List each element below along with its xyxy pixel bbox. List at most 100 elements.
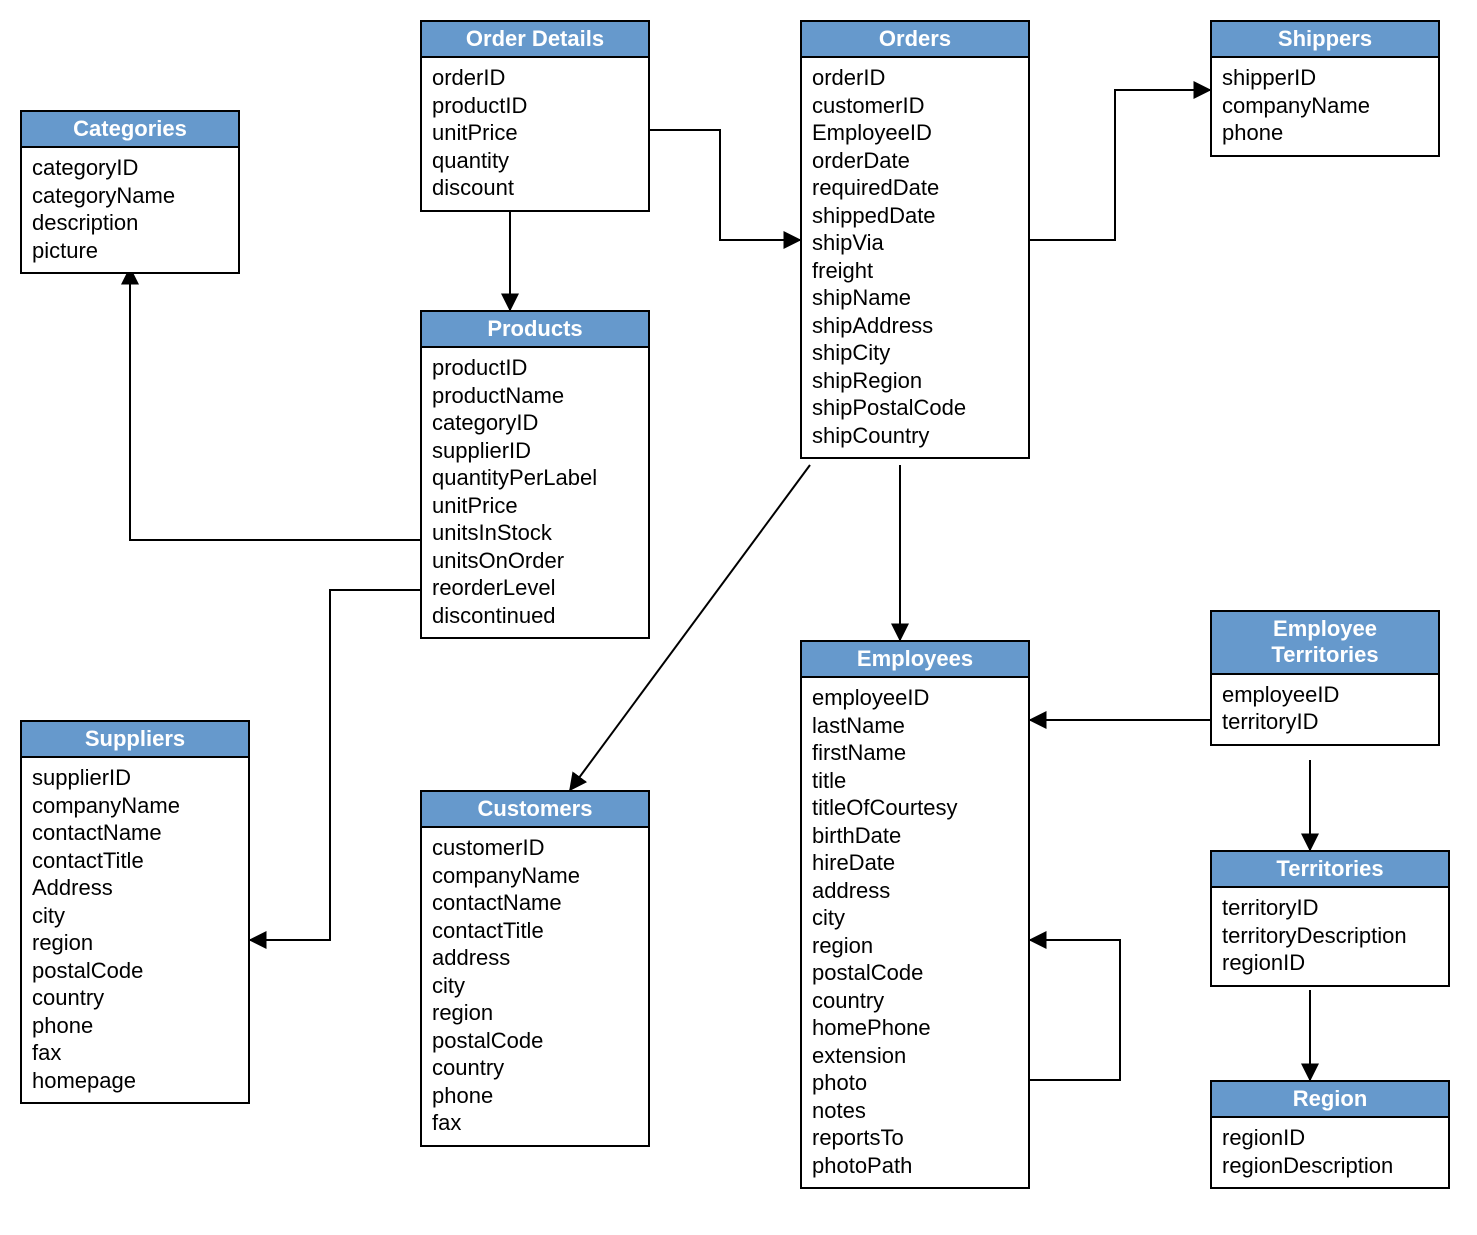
entity-suppliers-title: Suppliers — [22, 722, 248, 758]
field: categoryID — [32, 154, 228, 182]
field: notes — [812, 1097, 1018, 1125]
field: region — [812, 932, 1018, 960]
entity-employees: Employees employeeID lastName firstName … — [800, 640, 1030, 1189]
entity-region: Region regionID regionDescription — [1210, 1080, 1450, 1189]
field: orderDate — [812, 147, 1018, 175]
entity-products: Products productID productName categoryI… — [420, 310, 650, 639]
entity-region-title: Region — [1212, 1082, 1448, 1118]
entity-categories: Categories categoryID categoryName descr… — [20, 110, 240, 274]
rel-employees-self — [1030, 940, 1120, 1080]
entity-orders: Orders orderID customerID EmployeeID ord… — [800, 20, 1030, 459]
field: shippedDate — [812, 202, 1018, 230]
field: categoryName — [32, 182, 228, 210]
field: fax — [32, 1039, 238, 1067]
entity-customers-body: customerID companyName contactName conta… — [422, 828, 648, 1145]
field: picture — [32, 237, 228, 265]
er-diagram-canvas: Categories categoryID categoryName descr… — [0, 0, 1477, 1235]
field: city — [32, 902, 238, 930]
entity-categories-body: categoryID categoryName description pict… — [22, 148, 238, 272]
field: country — [32, 984, 238, 1012]
entity-employees-body: employeeID lastName firstName title titl… — [802, 678, 1028, 1187]
field: contactName — [32, 819, 238, 847]
field: regionID — [1222, 949, 1438, 977]
field: territoryDescription — [1222, 922, 1438, 950]
field: unitsOnOrder — [432, 547, 638, 575]
entity-suppliers-body: supplierID companyName contactName conta… — [22, 758, 248, 1102]
field: photo — [812, 1069, 1018, 1097]
field: productID — [432, 354, 638, 382]
field: phone — [1222, 119, 1428, 147]
rel-products-suppliers — [250, 590, 420, 940]
field: fax — [432, 1109, 638, 1137]
field: postalCode — [32, 957, 238, 985]
rel-products-categories — [130, 268, 420, 540]
entity-employee-territories-title: Employee Territories — [1212, 612, 1438, 675]
entity-orders-body: orderID customerID EmployeeID orderDate … — [802, 58, 1028, 457]
field: shipCountry — [812, 422, 1018, 450]
field: shipVia — [812, 229, 1018, 257]
entity-customers-title: Customers — [422, 792, 648, 828]
entity-categories-title: Categories — [22, 112, 238, 148]
field: region — [432, 999, 638, 1027]
entity-territories-body: territoryID territoryDescription regionI… — [1212, 888, 1448, 985]
field: country — [812, 987, 1018, 1015]
field: discontinued — [432, 602, 638, 630]
entity-order-details-body: orderID productID unitPrice quantity dis… — [422, 58, 648, 210]
field: titleOfCourtesy — [812, 794, 1018, 822]
field: phone — [32, 1012, 238, 1040]
field: city — [432, 972, 638, 1000]
field: categoryID — [432, 409, 638, 437]
field: shipperID — [1222, 64, 1428, 92]
field: region — [32, 929, 238, 957]
entity-products-title: Products — [422, 312, 648, 348]
field: description — [32, 209, 228, 237]
field: employeeID — [1222, 681, 1428, 709]
field: Address — [32, 874, 238, 902]
field: contactName — [432, 889, 638, 917]
field: supplierID — [32, 764, 238, 792]
field: hireDate — [812, 849, 1018, 877]
field: employeeID — [812, 684, 1018, 712]
field: regionID — [1222, 1124, 1438, 1152]
field: address — [812, 877, 1018, 905]
entity-shippers: Shippers shipperID companyName phone — [1210, 20, 1440, 157]
entity-products-body: productID productName categoryID supplie… — [422, 348, 648, 637]
field: unitPrice — [432, 492, 638, 520]
entity-employee-territories: Employee Territories employeeID territor… — [1210, 610, 1440, 746]
field: customerID — [432, 834, 638, 862]
field: phone — [432, 1082, 638, 1110]
field: companyName — [1222, 92, 1428, 120]
field: companyName — [432, 862, 638, 890]
field: birthDate — [812, 822, 1018, 850]
field: productName — [432, 382, 638, 410]
rel-orderdetails-orders — [650, 130, 800, 240]
field: country — [432, 1054, 638, 1082]
entity-territories-title: Territories — [1212, 852, 1448, 888]
field: shipRegion — [812, 367, 1018, 395]
field: quantity — [432, 147, 638, 175]
entity-order-details-title: Order Details — [422, 22, 648, 58]
field: quantityPerLabel — [432, 464, 638, 492]
field: lastName — [812, 712, 1018, 740]
entity-employees-title: Employees — [802, 642, 1028, 678]
rel-orders-shippers — [1030, 90, 1210, 240]
field: orderID — [432, 64, 638, 92]
entity-shippers-title: Shippers — [1212, 22, 1438, 58]
field: reportsTo — [812, 1124, 1018, 1152]
field: address — [432, 944, 638, 972]
field: reorderLevel — [432, 574, 638, 602]
field: postalCode — [432, 1027, 638, 1055]
entity-employee-territories-body: employeeID territoryID — [1212, 675, 1438, 744]
field: productID — [432, 92, 638, 120]
field: unitsInStock — [432, 519, 638, 547]
field: supplierID — [432, 437, 638, 465]
field: freight — [812, 257, 1018, 285]
field: photoPath — [812, 1152, 1018, 1180]
field: customerID — [812, 92, 1018, 120]
field: discount — [432, 174, 638, 202]
field: unitPrice — [432, 119, 638, 147]
entity-order-details: Order Details orderID productID unitPric… — [420, 20, 650, 212]
field: homepage — [32, 1067, 238, 1095]
field: orderID — [812, 64, 1018, 92]
field: contactTitle — [432, 917, 638, 945]
